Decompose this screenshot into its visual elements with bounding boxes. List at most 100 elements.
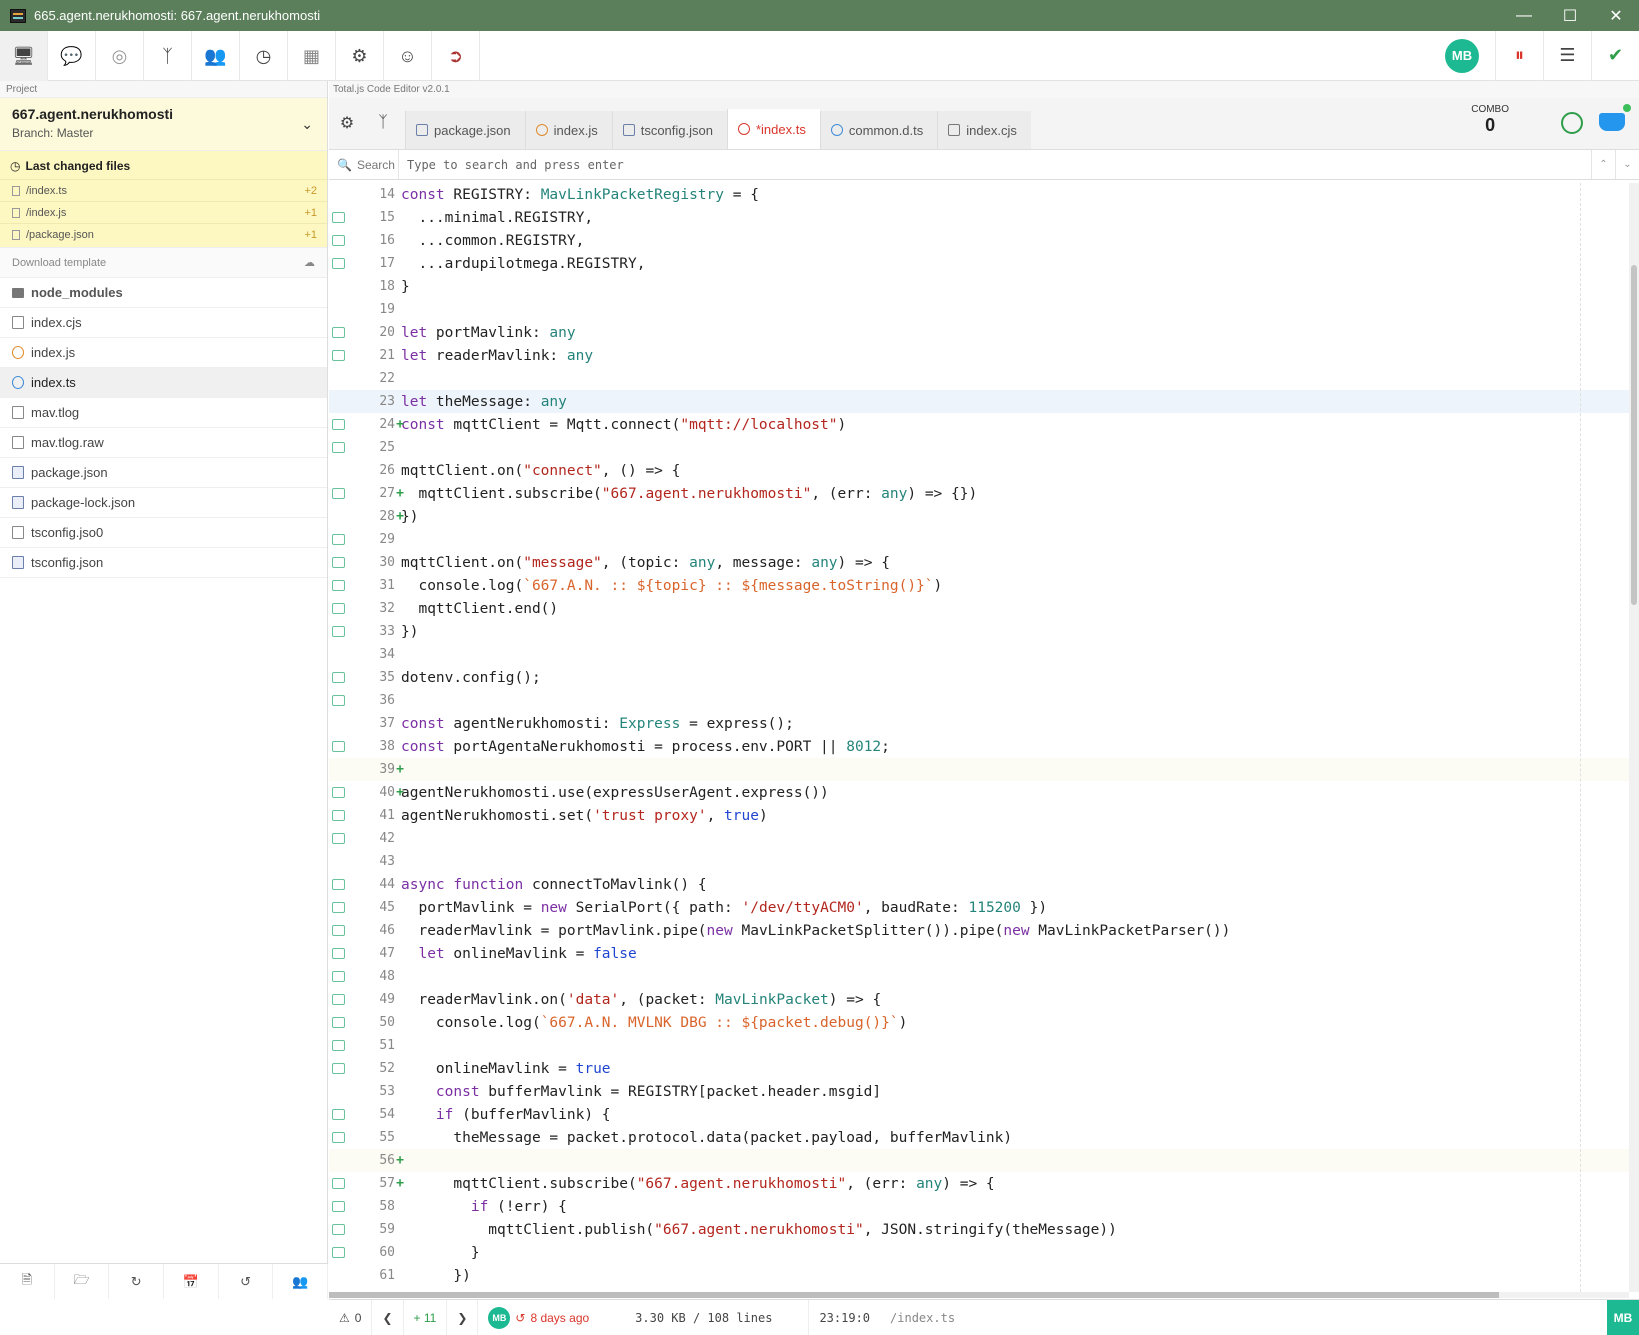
code-line[interactable]: 17 ...ardupilotmega.REGISTRY, xyxy=(329,252,1629,275)
tree-file[interactable]: tsconfig.json xyxy=(0,548,327,578)
vertical-scrollbar[interactable] xyxy=(1629,183,1639,1292)
code-line[interactable]: 42 xyxy=(329,827,1629,850)
project-selector[interactable]: 667.agent.nerukhomosti Branch: Master ⌄ xyxy=(0,98,327,151)
gear-icon[interactable]: ⚙ xyxy=(329,97,365,149)
monitor-icon[interactable]: 🖥 xyxy=(0,31,48,81)
code-line[interactable]: 39 + xyxy=(329,758,1629,781)
blame-marker-icon[interactable] xyxy=(332,235,345,246)
code-line[interactable]: 56 + xyxy=(329,1149,1629,1172)
blame-marker-icon[interactable] xyxy=(332,212,345,223)
close-button[interactable]: ✕ xyxy=(1593,0,1639,31)
editor-tab[interactable]: common.d.ts xyxy=(819,111,938,149)
blame-marker-icon[interactable] xyxy=(332,580,345,591)
blame-marker-icon[interactable] xyxy=(332,603,345,614)
code-line[interactable]: 30 mqttClient.on("message", (topic: any, … xyxy=(329,551,1629,574)
code-line[interactable]: 40 + agentNerukhomosti.use(expressUserAgen… xyxy=(329,781,1629,804)
blame-marker-icon[interactable] xyxy=(332,787,345,798)
blame-marker-icon[interactable] xyxy=(332,672,345,683)
code-line[interactable]: 23 let theMessage: any xyxy=(329,390,1629,413)
code-line[interactable]: 27 + mqttClient.subscribe("667.agent.neru… xyxy=(329,482,1629,505)
editor-tab[interactable]: index.cjs xyxy=(937,111,1031,149)
branch-icon[interactable]: ᛉ xyxy=(365,97,401,149)
code-line[interactable]: 20 let portMavlink: any xyxy=(329,321,1629,344)
code-line[interactable]: 43 xyxy=(329,850,1629,873)
blame-marker-icon[interactable] xyxy=(332,1109,345,1120)
globe-icon[interactable] xyxy=(1561,112,1583,134)
code-line[interactable]: 32 mqttClient.end() xyxy=(329,597,1629,620)
code-line[interactable]: 38 const portAgentaNerukhomosti = process… xyxy=(329,735,1629,758)
blame-marker-icon[interactable] xyxy=(332,534,345,545)
blame-marker-icon[interactable] xyxy=(332,1040,345,1051)
code-line[interactable]: 35 dotenv.config(); xyxy=(329,666,1629,689)
code-line[interactable]: 15 ...minimal.REGISTRY, xyxy=(329,206,1629,229)
blame-marker-icon[interactable] xyxy=(332,442,345,453)
code-line[interactable]: 52 onlineMavlink = true xyxy=(329,1057,1629,1080)
code-line[interactable]: 57 + mqttClient.subscribe("667.agent.neru… xyxy=(329,1172,1629,1195)
code-line[interactable]: 21 let readerMavlink: any xyxy=(329,344,1629,367)
blame-marker-icon[interactable] xyxy=(332,1017,345,1028)
blame-marker-icon[interactable] xyxy=(332,833,345,844)
search-next-button[interactable]: ⌄ xyxy=(1615,150,1639,179)
horizontal-scrollbar[interactable] xyxy=(329,1292,1629,1298)
minimize-button[interactable]: — xyxy=(1501,0,1547,31)
blame-marker-icon[interactable] xyxy=(332,1224,345,1235)
blame-marker-icon[interactable] xyxy=(332,626,345,637)
code-line[interactable]: 26 mqttClient.on("connect", () => { xyxy=(329,459,1629,482)
tree-file[interactable]: package-lock.json xyxy=(0,488,327,518)
code-line[interactable]: 46 readerMavlink = portMavlink.pipe(new … xyxy=(329,919,1629,942)
refresh-icon[interactable]: ↻ xyxy=(109,1264,165,1299)
users-icon[interactable]: 👥 xyxy=(273,1264,329,1299)
blame-marker-icon[interactable] xyxy=(332,557,345,568)
history-icon[interactable]: ↺ xyxy=(219,1264,274,1299)
user-badge[interactable]: MB xyxy=(1607,1299,1639,1335)
blame-marker-icon[interactable] xyxy=(332,948,345,959)
tree-file[interactable]: index.cjs xyxy=(0,308,327,338)
code-line[interactable]: 44 async function connectToMavlink() { xyxy=(329,873,1629,896)
blame-marker-icon[interactable] xyxy=(332,879,345,890)
editor-tab[interactable]: index.js xyxy=(524,111,612,149)
blame-marker-icon[interactable] xyxy=(332,810,345,821)
editor-tab[interactable]: *index.ts xyxy=(726,109,820,149)
code-line[interactable]: 25 xyxy=(329,436,1629,459)
code-line[interactable]: 31 console.log(`667.A.N. :: ${topic} :: … xyxy=(329,574,1629,597)
code-line[interactable]: 45 portMavlink = new SerialPort({ path: … xyxy=(329,896,1629,919)
maximize-button[interactable]: ☐ xyxy=(1547,0,1593,31)
code-line[interactable]: 37 const agentNerukhomosti: Express = exp… xyxy=(329,712,1629,735)
gear-icon[interactable]: ⚙ xyxy=(336,31,384,81)
check-icon[interactable]: ✔ xyxy=(1591,30,1639,81)
blame-marker-icon[interactable] xyxy=(332,971,345,982)
tree-file[interactable]: mav.tlog.raw xyxy=(0,428,327,458)
tree-file[interactable]: index.ts xyxy=(0,368,327,398)
blame-marker-icon[interactable] xyxy=(332,1247,345,1258)
blame-marker-icon[interactable] xyxy=(332,994,345,1005)
code-line[interactable]: 22 xyxy=(329,367,1629,390)
changed-file-row[interactable]: /index.ts +2 xyxy=(0,179,327,201)
cloud-download-icon[interactable]: ☁ xyxy=(304,256,315,269)
account-icon[interactable]: ☺ xyxy=(384,31,432,81)
prev-change-button[interactable]: ❮ xyxy=(372,1300,404,1335)
blame-marker-icon[interactable] xyxy=(332,1063,345,1074)
code-line[interactable]: 55 theMessage = packet.protocol.data(pac… xyxy=(329,1126,1629,1149)
pause-icon[interactable]: ⏸ xyxy=(1495,30,1543,81)
code-line[interactable]: 16 ...common.REGISTRY, xyxy=(329,229,1629,252)
blame-marker-icon[interactable] xyxy=(332,925,345,936)
lifebuoy-icon[interactable]: ◎ xyxy=(96,31,144,81)
editor-tab[interactable]: package.json xyxy=(405,111,525,149)
code-line[interactable]: 54 if (bufferMavlink) { xyxy=(329,1103,1629,1126)
chevron-down-icon[interactable]: ⌄ xyxy=(301,116,313,133)
chat-icon[interactable]: 💬 xyxy=(48,31,96,81)
code-line[interactable]: 51 xyxy=(329,1034,1629,1057)
scroll-thumb[interactable] xyxy=(1631,265,1637,605)
search-input[interactable] xyxy=(399,150,1591,179)
code-line[interactable]: 59 mqttClient.publish("667.agent.nerukho… xyxy=(329,1218,1629,1241)
code-line[interactable]: 49 readerMavlink.on('data', (packet: Mav… xyxy=(329,988,1629,1011)
code-line[interactable]: 19 xyxy=(329,298,1629,321)
code-line[interactable]: 28 +}) xyxy=(329,505,1629,528)
blame-marker-icon[interactable] xyxy=(332,695,345,706)
code-line[interactable]: 36 xyxy=(329,689,1629,712)
editor-tab[interactable]: tsconfig.json xyxy=(611,111,727,149)
code-line[interactable]: 24 + const mqttClient = Mqtt.connect("mqtt… xyxy=(329,413,1629,436)
users-icon[interactable]: 👥 xyxy=(192,31,240,81)
changed-file-row[interactable]: /package.json +1 xyxy=(0,223,327,245)
checklist-icon[interactable]: ☰ xyxy=(1543,30,1591,81)
